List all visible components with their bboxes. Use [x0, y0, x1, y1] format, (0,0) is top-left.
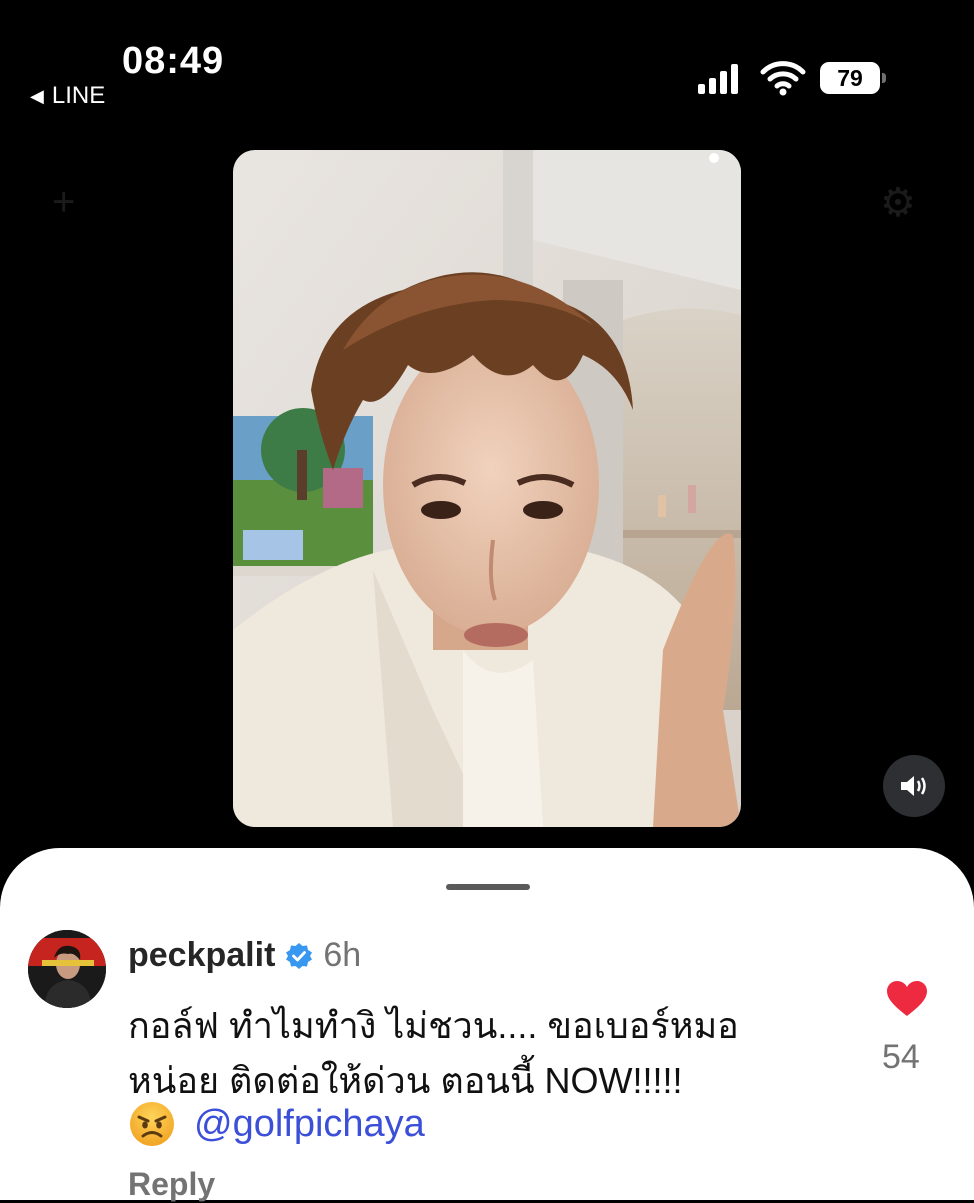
username[interactable]: peckpalit	[128, 936, 275, 975]
heart-icon[interactable]	[886, 980, 928, 1018]
comment-time: 6h	[323, 936, 362, 974]
back-arrow-icon: ◀	[30, 85, 44, 106]
comment-line-1: กอล์ฟ ทำไมทำงิ ไม่ชวน.... ขอเบอร์หมอ	[128, 1005, 739, 1046]
signal-icon	[698, 64, 738, 94]
battery-level: 79	[837, 64, 863, 91]
back-to-app-link[interactable]: ◀ LINE	[30, 82, 105, 110]
avatar[interactable]	[28, 930, 106, 1008]
comment-mention-row: @golfpichaya	[128, 1100, 425, 1148]
sheet-grabber[interactable]	[446, 884, 530, 890]
verified-badge-icon	[286, 942, 313, 969]
clock: 08:49	[122, 40, 225, 82]
sound-toggle-button[interactable]	[883, 755, 945, 817]
comment-text: กอล์ฟ ทำไมทำงิ ไม่ชวน.... ขอเบอร์หมอ หน่…	[128, 998, 848, 1108]
angry-emoji-icon	[130, 1102, 174, 1146]
back-app-label: LINE	[51, 82, 106, 109]
status-bar: 08:49 ◀ LINE 79	[0, 0, 974, 120]
comment-header: peckpalit 6h	[128, 936, 361, 975]
mention-link[interactable]: @golfpichaya	[194, 1103, 425, 1146]
video-frame	[233, 150, 741, 827]
faint-settings-icon: ⚙	[880, 181, 916, 225]
wifi-icon	[760, 61, 806, 96]
sound-icon	[901, 776, 926, 796]
reply-button[interactable]: Reply	[128, 1166, 215, 1203]
faint-plus-icon: +	[52, 180, 76, 224]
like-count: 54	[882, 1038, 920, 1076]
battery-icon: 79	[820, 62, 886, 96]
video-player[interactable]	[233, 150, 741, 827]
